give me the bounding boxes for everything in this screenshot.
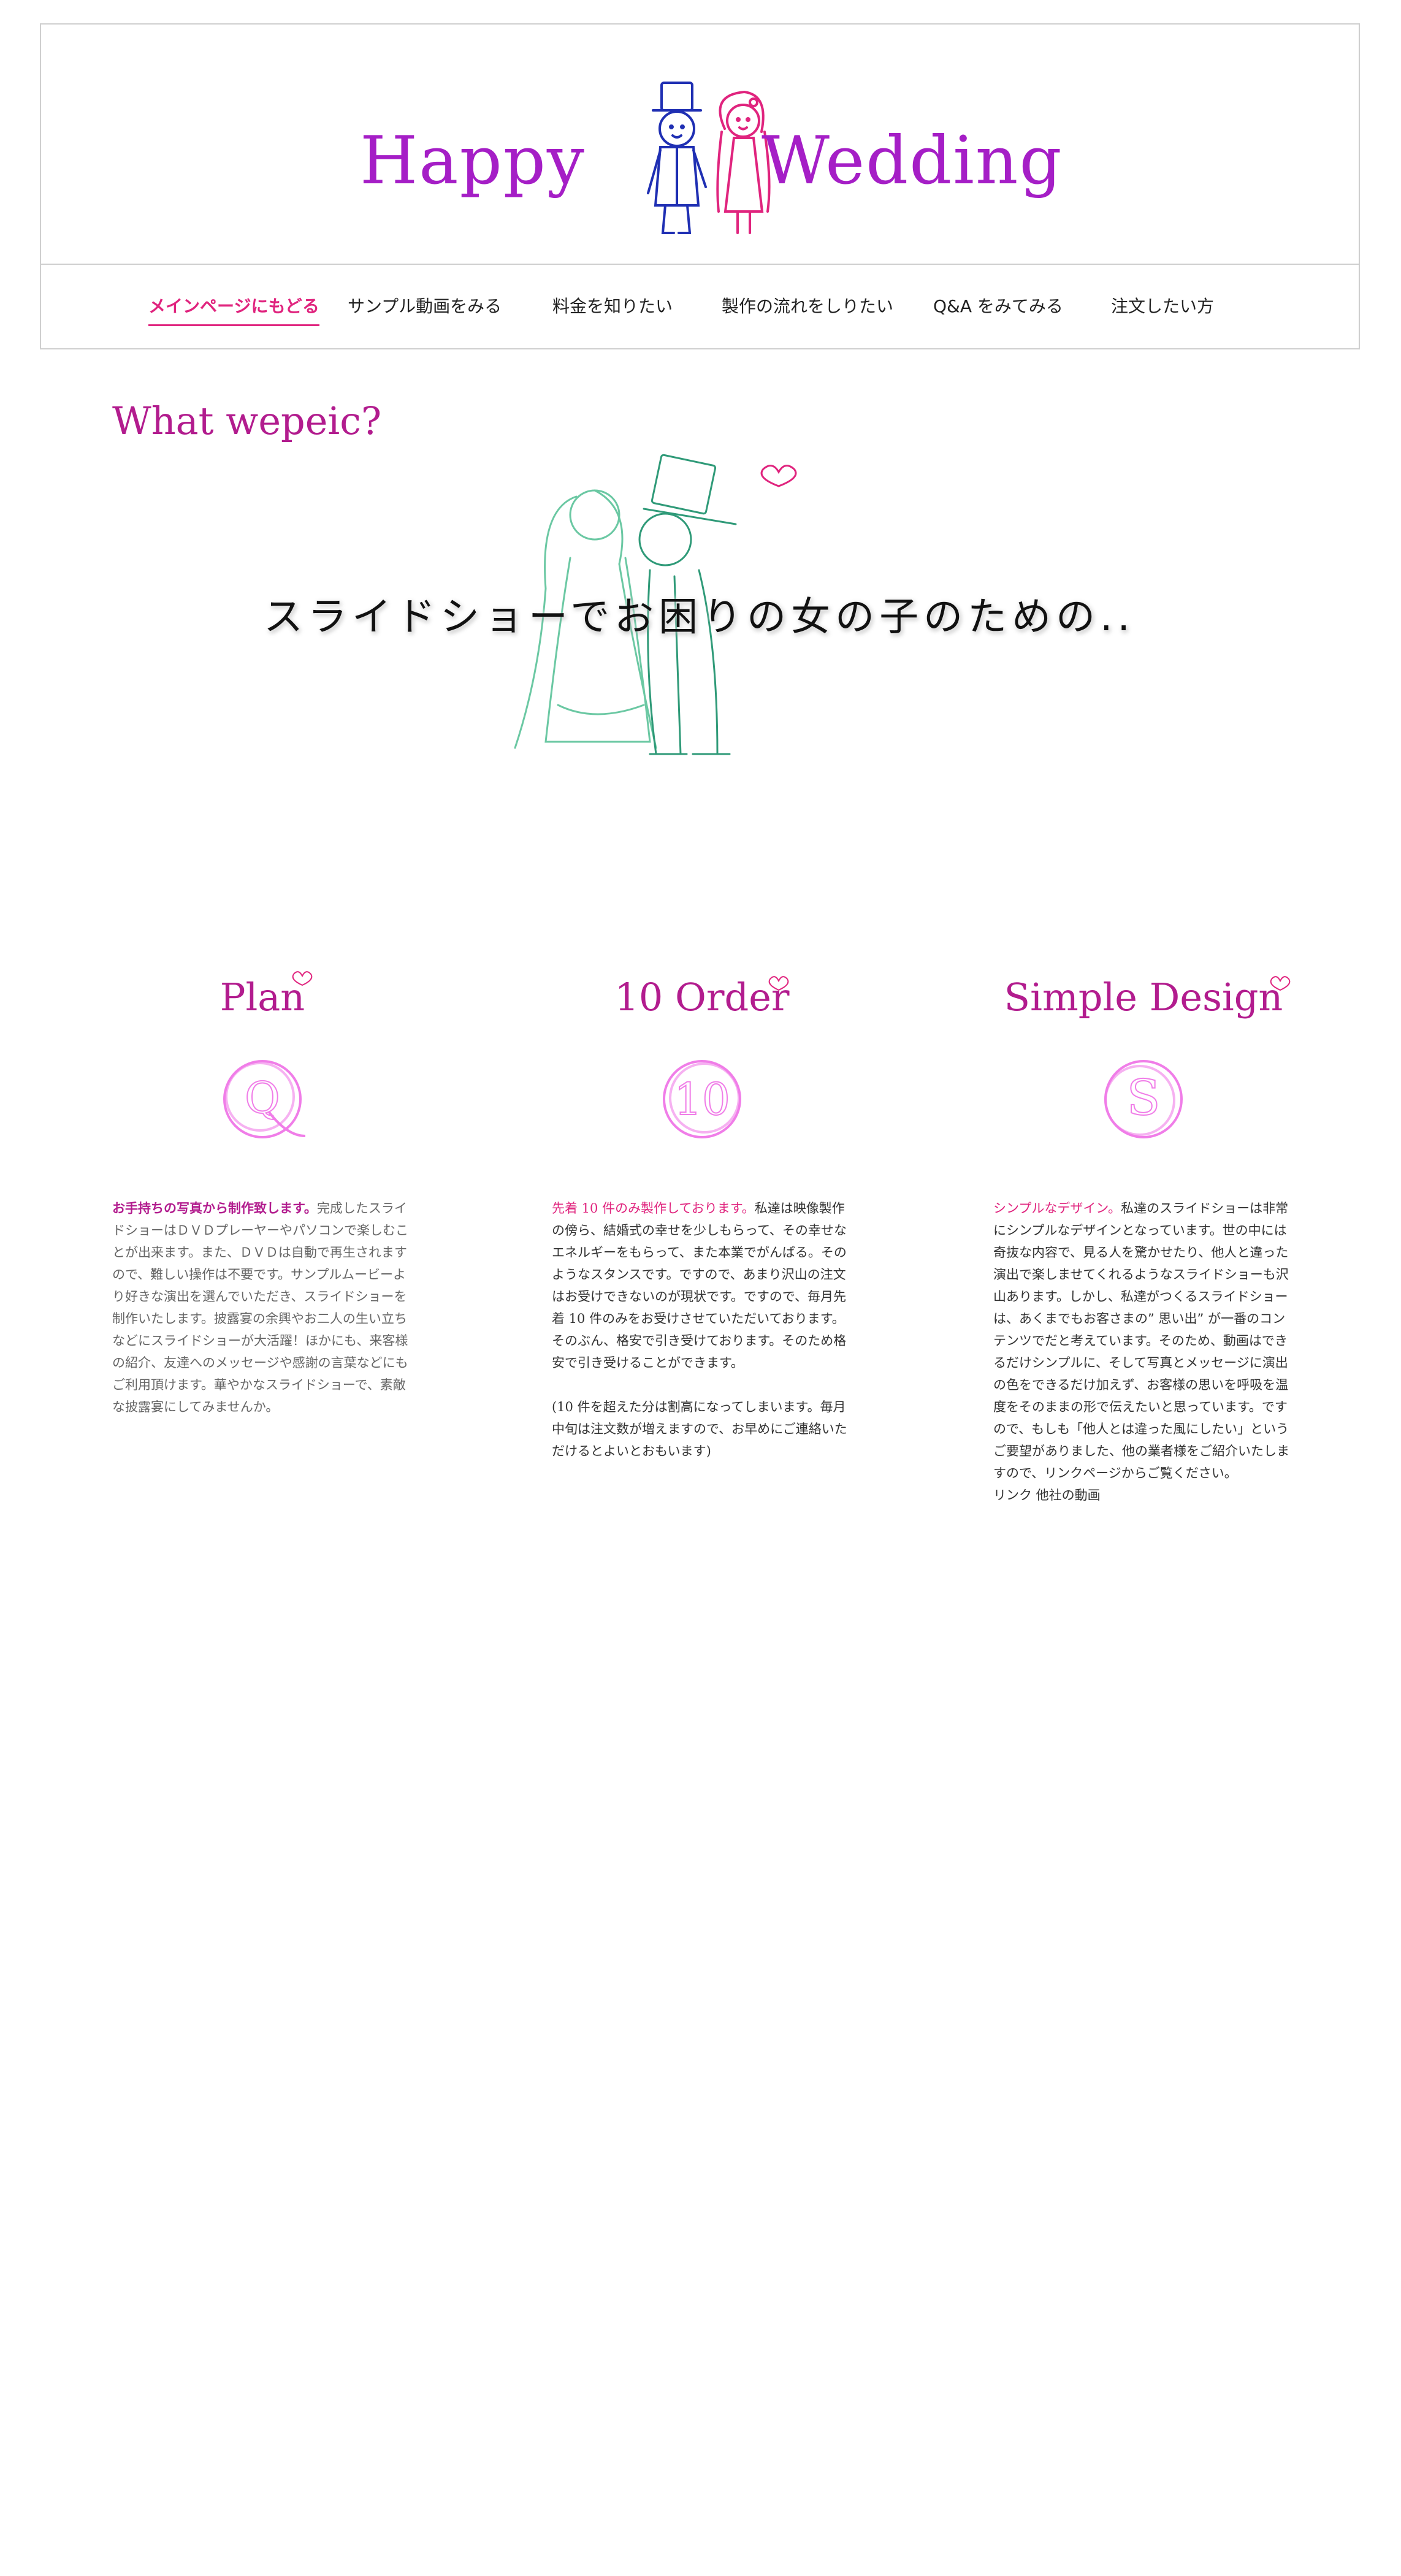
main-nav: メインページにもどる サンプル動画をみる 料金を知りたい 製作の流れをしりたい … [41,264,1359,349]
feature-body: 私達は映像製作の傍ら、結婚式の幸せを少しもらって、その幸せなエネルギーをもらって… [552,1201,847,1370]
feature-description: シンプルなデザイン。私達のスライドショーは非常にシンプルなデザインとなっています… [993,1197,1294,1506]
nav-item-pricing[interactable]: 料金を知りたい [552,293,673,318]
banner: Happy Wedding [41,25,1359,265]
feature-10-order: 10 Order 10 先着 10 件のみ製作しております。私達は映像製作の傍ら… [552,975,852,1462]
feature-title: 10 Order [552,975,852,1019]
feature-simple-design: Simple Design S シンプルなデザイン。私達のスライドショーは非常に… [993,975,1294,1506]
hero-title: What wepeic? [112,398,382,443]
s-letter-icon: S [1104,1060,1183,1138]
heart-icon [292,971,313,986]
nav-item-sample-video[interactable]: サンプル動画をみる [348,293,502,318]
feature-lead: 先着 10 件のみ製作しております。 [552,1201,755,1216]
feature-note: (10 件を超えた分は割高になってしまいます。毎月中旬は注文数が増えますので、お… [552,1400,847,1458]
svg-text:S: S [1127,1069,1161,1126]
feature-body: 私達のスライドショーは非常にシンプルなデザインとなっています。世の中には奇抜な内… [993,1201,1289,1480]
feature-plan: Plan Q お手持ちの写真から制作致します。完成したスライドショーはＤＶＤプレ… [112,971,413,1418]
feature-lead: お手持ちの写真から制作致します。 [112,1201,317,1216]
feature-description: 先着 10 件のみ製作しております。私達は映像製作の傍ら、結婚式の幸せを少しもら… [552,1197,852,1462]
competitor-link[interactable]: リンク 他社の動画 [993,1484,1294,1506]
feature-title: Simple Design [993,975,1294,1019]
hero-tagline: スライドショーでお困りの女の子のための.. [264,595,1135,640]
feature-lead: シンプルなデザイン。 [993,1201,1121,1216]
heart-icon [760,465,797,487]
logo-text-right: Wedding [762,123,1063,199]
heart-icon [1270,976,1291,991]
logo-text-left: Happy [360,123,586,199]
q-letter-icon: Q [223,1060,306,1138]
feature-title: Plan [112,971,413,1019]
nav-item-order[interactable]: 注文したい方 [1111,293,1214,318]
nav-item-main-page[interactable]: メインページにもどる [148,293,319,326]
ten-circle-icon: 10 [663,1060,741,1138]
heart-icon [768,976,789,991]
site-header: Happy Wedding メインページにもどる サンプル動画をみる 料金を知り… [40,23,1360,349]
svg-text:10: 10 [674,1073,730,1125]
feature-body: 完成したスライドショーはＤＶＤプレーヤーやパソコンで楽しむことが出来ます。また、… [112,1201,408,1414]
nav-item-production-flow[interactable]: 製作の流れをしりたい [722,293,893,318]
svg-text:Q: Q [245,1073,280,1123]
feature-description: お手持ちの写真から制作致します。完成したスライドショーはＤＶＤプレーヤーやパソコ… [112,1197,413,1418]
nav-item-qa[interactable]: Q&A をみてみる [933,293,1063,318]
